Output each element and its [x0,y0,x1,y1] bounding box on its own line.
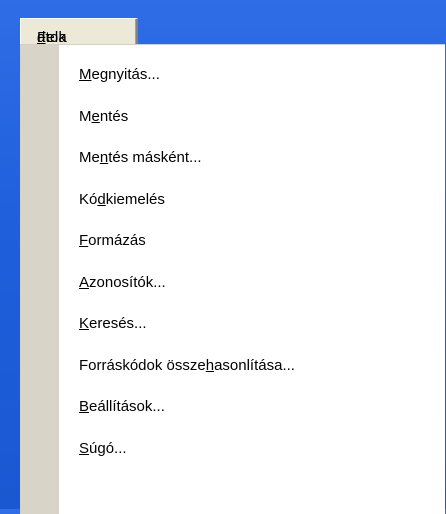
menu-icon-gutter [21,45,59,514]
menu-item-megnyitas[interactable]: Megnyitás... [59,54,445,96]
menu-item-mentes-maskent[interactable]: Mentés másként... [59,137,445,179]
menu-item-forraskodok-osszehasonlitasa[interactable]: Forráskódok összehasonlítása... [59,345,445,387]
menu-item-beallitasok[interactable]: Beállítások... [59,386,445,428]
menu-item-kereses[interactable]: Keresés... [59,303,445,345]
menu-item-formazas[interactable]: Formázás [59,220,445,262]
menu-item-kodkiemeles[interactable]: Kódkiemelés [59,179,445,221]
menu-item-sugo[interactable]: Súgó... [59,428,445,470]
dropdown-menu: Megnyitás... Mentés Mentés másként... Kó… [20,44,445,514]
menu-item-list: Megnyitás... Mentés Mentés másként... Kó… [59,45,445,469]
menu-title-feladatok[interactable]: Fela d atok [20,18,138,46]
menu-item-mentes[interactable]: Mentés [59,96,445,138]
menu-item-azonositok[interactable]: Azonosítók... [59,262,445,304]
